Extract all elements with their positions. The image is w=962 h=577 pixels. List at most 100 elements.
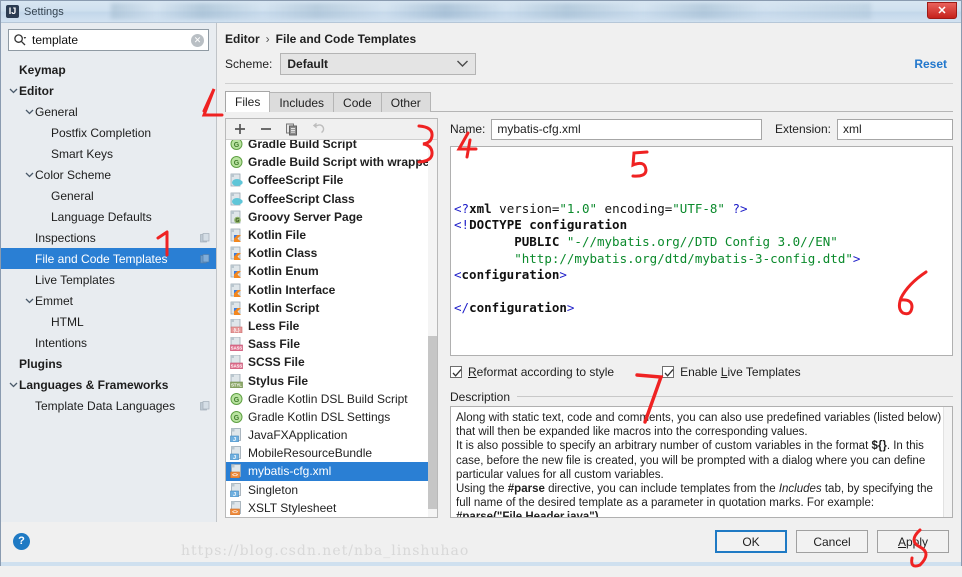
code-token: encoding=: [597, 201, 672, 216]
java-icon: J: [230, 446, 243, 460]
description-paragraph: Using the #parse directive, you can incl…: [456, 482, 947, 510]
template-name-input[interactable]: mybatis-cfg.xml: [491, 119, 762, 140]
template-list-item[interactable]: GGradle Kotlin DSL Build Script: [226, 390, 437, 408]
chevron-down-icon[interactable]: [7, 85, 19, 96]
sidebar-item-keymap[interactable]: Keymap: [1, 59, 216, 80]
sidebar-item-emmet[interactable]: Emmet: [1, 290, 216, 311]
template-list-item[interactable]: Kotlin Class: [226, 244, 437, 262]
template-list-item[interactable]: STYLStylus File: [226, 371, 437, 389]
search-box[interactable]: ✕: [8, 29, 209, 51]
reset-link[interactable]: Reset: [914, 57, 947, 71]
scheme-dropdown[interactable]: Default: [280, 53, 476, 75]
tab-includes[interactable]: Includes: [269, 92, 334, 112]
dialog-bottom-bar: ? https://blog.csdn.net/nba_linshuhao OK…: [1, 522, 961, 562]
copy-icon[interactable]: [284, 122, 299, 137]
enable-live-templates-checkbox[interactable]: Enable Live Templates: [662, 365, 801, 379]
chevron-down-icon[interactable]: [7, 379, 19, 390]
template-list-item[interactable]: SASSSCSS File: [226, 353, 437, 371]
code-token: PUBLIC: [454, 234, 567, 249]
sidebar-item-languages-frameworks[interactable]: Languages & Frameworks: [1, 374, 216, 395]
xml-icon: <>: [230, 464, 243, 478]
checkbox-icon[interactable]: [450, 366, 462, 378]
template-list-item[interactable]: Kotlin File: [226, 226, 437, 244]
sidebar-item-plugins[interactable]: Plugins: [1, 353, 216, 374]
template-list-item[interactable]: SASSSass File: [226, 335, 437, 353]
sidebar-item-inspections[interactable]: Inspections: [1, 227, 216, 248]
sidebar-item-smart-keys[interactable]: Smart Keys: [1, 143, 216, 164]
template-list[interactable]: GGradle Build ScriptGGradle Build Script…: [226, 140, 437, 517]
template-code-editor[interactable]: <?xml version="1.0" encoding="UTF-8" ?><…: [450, 146, 953, 356]
question-mark-icon[interactable]: ?: [13, 533, 30, 550]
svg-text:G: G: [234, 142, 240, 149]
sidebar-item-editor[interactable]: Editor: [1, 80, 216, 101]
template-extension-input[interactable]: xml: [837, 119, 953, 140]
breadcrumb-parent[interactable]: Editor: [225, 32, 260, 46]
template-list-item[interactable]: Kotlin Script: [226, 299, 437, 317]
tab-code[interactable]: Code: [333, 92, 382, 112]
close-icon[interactable]: ✕: [927, 2, 957, 19]
chevron-down-icon[interactable]: [23, 295, 35, 306]
svg-text:<>: <>: [232, 510, 238, 515]
tab-other[interactable]: Other: [381, 92, 431, 112]
template-list-item[interactable]: <> XSLT Stylesheet: [226, 499, 437, 517]
minus-icon[interactable]: [258, 122, 273, 137]
search-input[interactable]: [30, 32, 191, 48]
template-list-item[interactable]: Kotlin Enum: [226, 262, 437, 280]
chevron-down-icon[interactable]: [23, 169, 35, 180]
template-list-item[interactable]: GGroovy Server Page: [226, 208, 437, 226]
kotlin-icon: [230, 246, 243, 260]
sidebar-item-live-templates[interactable]: Live Templates: [1, 269, 216, 290]
apply-button[interactable]: Apply: [877, 530, 949, 553]
plus-icon[interactable]: [232, 122, 247, 137]
sidebar-item-postfix-completion[interactable]: Postfix Completion: [1, 122, 216, 143]
scheme-row: Scheme: Default: [225, 51, 953, 77]
name-row: Name: mybatis-cfg.xml Extension: xml: [450, 118, 953, 140]
chevron-down-icon[interactable]: [23, 106, 35, 117]
template-list-item-label: SCSS File: [248, 355, 305, 369]
scheme-label: Scheme:: [225, 57, 272, 71]
template-list-item-label: CoffeeScript File: [248, 173, 343, 187]
sidebar-item-general[interactable]: General: [1, 185, 216, 206]
template-list-item[interactable]: CoffeeScript File: [226, 171, 437, 189]
ok-button[interactable]: OK: [715, 530, 787, 553]
code-token: >: [559, 267, 567, 282]
clear-icon[interactable]: ✕: [191, 34, 204, 47]
sidebar-item-html[interactable]: HTML: [1, 311, 216, 332]
resize-handle-icon[interactable]: [940, 346, 950, 356]
checkbox-icon[interactable]: [662, 366, 674, 378]
template-list-item[interactable]: {L}Less File: [226, 317, 437, 335]
template-list-item[interactable]: Kotlin Interface: [226, 281, 437, 299]
sidebar-item-language-defaults[interactable]: Language Defaults: [1, 206, 216, 227]
template-list-item[interactable]: JJavaFXApplication: [226, 426, 437, 444]
kotlin-icon: [230, 301, 243, 315]
template-list-item-label: XSLT Stylesheet: [248, 501, 336, 515]
stylus-icon: STYL: [230, 374, 243, 388]
description-scrollbar[interactable]: [943, 407, 952, 517]
template-list-item[interactable]: GGradle Kotlin DSL Settings: [226, 408, 437, 426]
template-list-scrollbar[interactable]: [428, 140, 437, 517]
template-list-item[interactable]: CoffeeScript Class: [226, 190, 437, 208]
sidebar-item-color-scheme[interactable]: Color Scheme: [1, 164, 216, 185]
code-token: ?>: [733, 201, 748, 216]
sidebar-item-template-data-languages[interactable]: Template Data Languages: [1, 395, 216, 416]
reformat-according-to-style-checkbox[interactable]: Reformat according to style: [450, 365, 614, 379]
window-title: Settings: [24, 6, 64, 18]
sidebar-item-label: File and Code Templates: [35, 252, 200, 266]
template-list-item[interactable]: GGradle Build Script with wrapper: [226, 153, 437, 171]
sidebar-item-intentions[interactable]: Intentions: [1, 332, 216, 353]
description-text: Along with static text, code and comment…: [456, 411, 947, 518]
sidebar-item-file-and-code-templates[interactable]: File and Code Templates: [1, 248, 216, 269]
template-list-item[interactable]: <>mybatis-cfg.xml: [226, 462, 437, 480]
description-paragraph: #parse("File Header.java"): [456, 510, 947, 518]
sidebar-item-general[interactable]: General: [1, 101, 216, 122]
template-category-tabs: FilesIncludesCodeOther: [225, 91, 953, 112]
scrollbar-thumb[interactable]: [428, 336, 437, 509]
undo-icon[interactable]: [310, 122, 325, 137]
tab-files[interactable]: Files: [225, 91, 270, 112]
template-list-item[interactable]: JMobileResourceBundle: [226, 444, 437, 462]
template-list-item[interactable]: GGradle Build Script: [226, 140, 437, 153]
name-label: Name:: [450, 122, 485, 136]
cancel-button[interactable]: Cancel: [796, 530, 868, 553]
template-options-row: Reformat according to style Enable Live T…: [450, 361, 953, 383]
template-list-item[interactable]: JSingleton: [226, 481, 437, 499]
